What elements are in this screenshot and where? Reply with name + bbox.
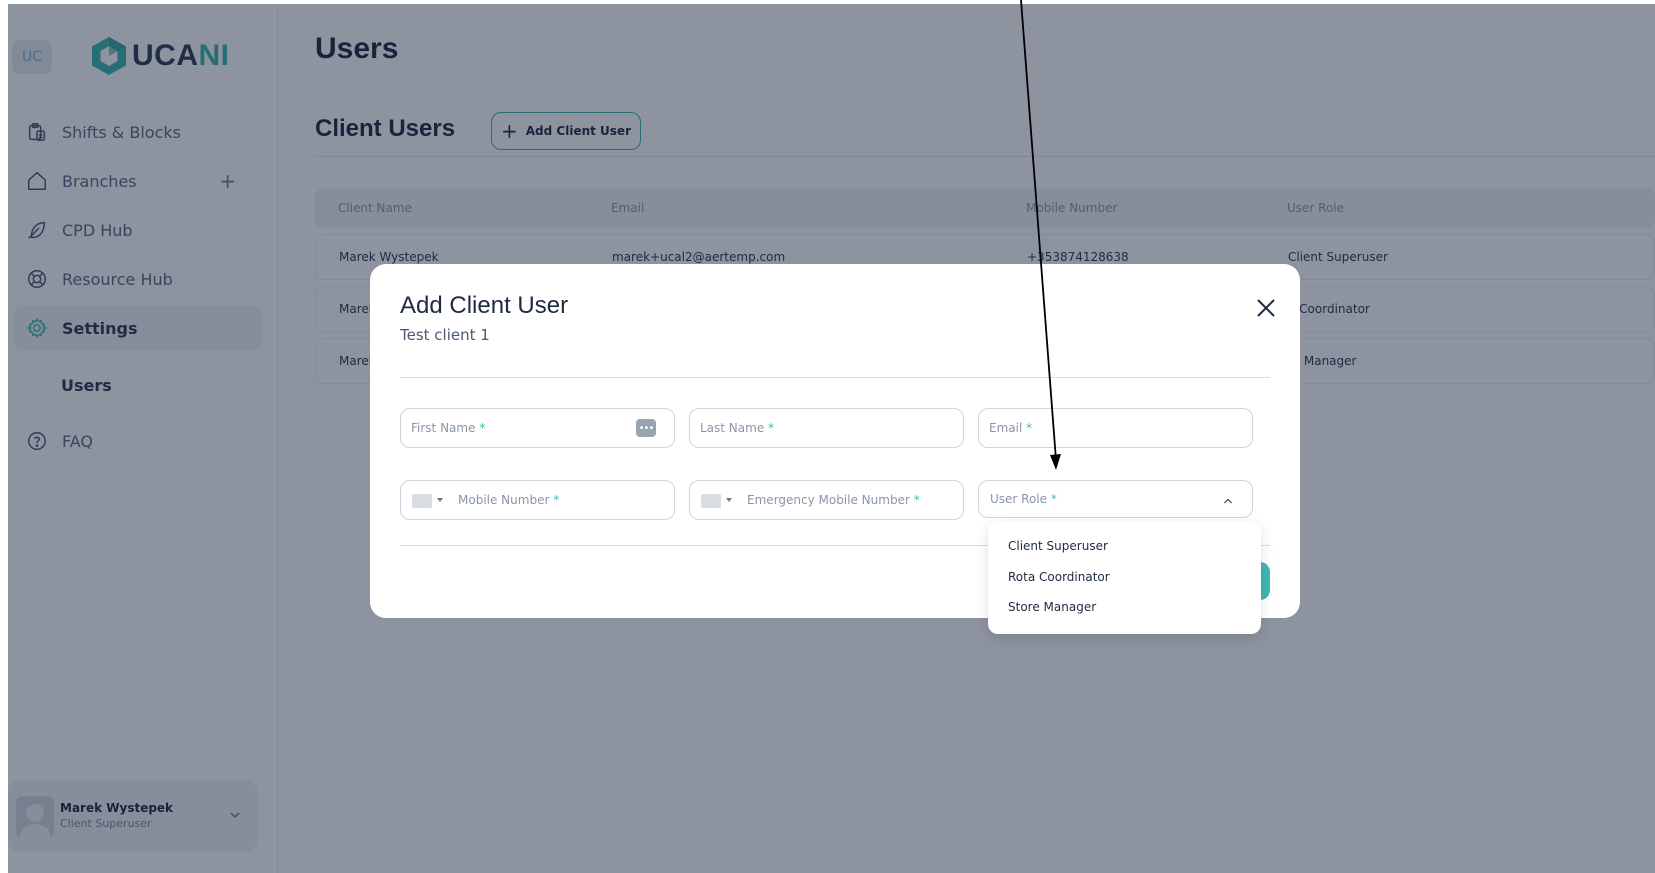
mobile-number-field[interactable]: Mobile Number * xyxy=(400,480,675,520)
last-name-field[interactable]: Last Name * xyxy=(689,408,964,448)
option-rota-coordinator[interactable]: Rota Coordinator xyxy=(1008,570,1110,584)
emergency-placeholder: Emergency Mobile Number * xyxy=(747,493,920,507)
user-role-select[interactable]: User Role * xyxy=(978,480,1253,518)
emergency-mobile-field[interactable]: Emergency Mobile Number * xyxy=(689,480,964,520)
modal-subtitle: Test client 1 xyxy=(400,326,490,344)
option-store-manager[interactable]: Store Manager xyxy=(1008,600,1096,614)
option-client-superuser[interactable]: Client Superuser xyxy=(1008,539,1108,553)
modal-title: Add Client User xyxy=(400,292,569,319)
divider xyxy=(400,377,1270,378)
first-name-field[interactable]: First Name * ••• xyxy=(400,408,675,448)
password-manager-icon[interactable]: ••• xyxy=(636,419,656,437)
caret-down-icon xyxy=(437,498,443,502)
mobile-placeholder: Mobile Number * xyxy=(458,493,560,507)
user-role-dropdown: Client Superuser Rota Coordinator Store … xyxy=(988,522,1261,634)
user-role-placeholder: User Role * xyxy=(990,492,1057,506)
country-flag-selector[interactable] xyxy=(412,494,432,508)
email-placeholder: Email * xyxy=(989,421,1033,435)
close-button[interactable] xyxy=(1252,294,1280,322)
app-window: UC UCANI Shifts & Blocks Branches + CPD … xyxy=(8,4,1655,873)
last-name-placeholder: Last Name * xyxy=(700,421,775,435)
first-name-placeholder: First Name * xyxy=(411,421,486,435)
close-icon xyxy=(1257,299,1275,317)
chevron-up-icon xyxy=(1224,498,1232,504)
email-field[interactable]: Email * xyxy=(978,408,1253,448)
caret-down-icon xyxy=(726,498,732,502)
country-flag-selector[interactable] xyxy=(701,494,721,508)
